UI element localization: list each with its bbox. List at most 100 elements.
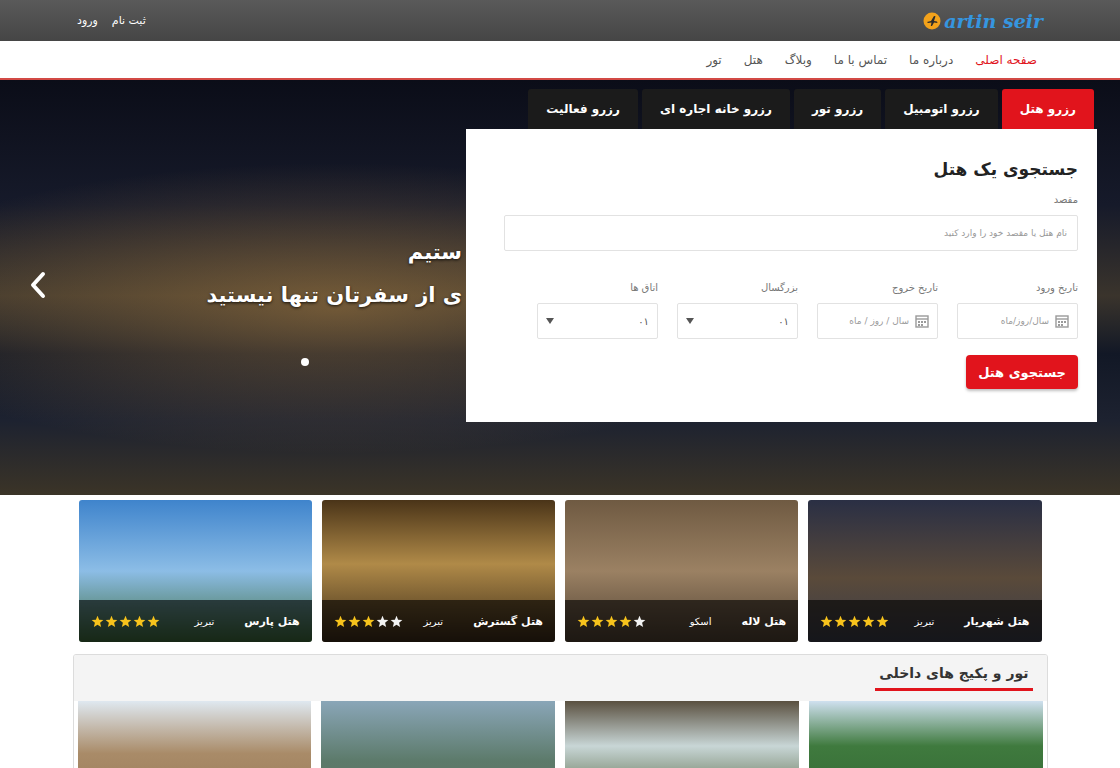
star-icon: [862, 615, 875, 628]
search-button[interactable]: جستجوی هتل: [966, 355, 1078, 389]
hotel-names: هتل شهریارتبریز: [915, 615, 1030, 628]
search-fields: تاریخ ورود سال/روز/ماه تاریخ خروج سال / روز…: [485, 281, 1078, 339]
tour-card[interactable]: [321, 701, 555, 768]
star-icon: [376, 615, 389, 628]
field-label: اتاق ها: [537, 281, 658, 295]
search-field: تاریخ خروج سال / روز / ماه: [817, 281, 938, 339]
search-panel: جستجوی یک هتلمقصدتاریخ ورودسال/روز/ماهتا…: [466, 129, 1097, 422]
hotel-stars: [577, 615, 646, 628]
hotel-card[interactable]: هتل شهریارتبریز: [808, 500, 1041, 642]
tour-section: تور و پکیج های داخلی: [73, 654, 1048, 768]
select-input[interactable]: ۰۱: [537, 303, 658, 339]
hotel-stars: [334, 615, 403, 628]
date-placeholder: سال / روز / ماه: [849, 316, 909, 326]
hotel-names: هتل پارس تبریز: [195, 615, 300, 628]
tour-section-title: تور و پکیج های داخلی: [875, 665, 1032, 691]
star-icon: [147, 615, 160, 628]
hotel-names: هتل گسترش تبریز: [424, 615, 544, 628]
page: artin seir ثبت نام ورود صفحه اصلی درباره ما ت…: [0, 0, 1120, 768]
nav-item[interactable]: تور: [706, 53, 721, 67]
field-label: تاریخ ورود: [957, 281, 1078, 295]
select-value: ۰۱: [778, 316, 789, 327]
tour-card[interactable]: [565, 701, 799, 768]
plane-icon: [923, 12, 941, 30]
field-label: تاریخ خروج: [817, 281, 938, 295]
search-field: تاریخ ورود سال/روز/ماه: [957, 281, 1078, 339]
star-icon: [362, 615, 375, 628]
star-icon: [876, 615, 889, 628]
search-title: جستجوی یک هتل: [485, 157, 1078, 181]
search-field: بزرگسال۰۱: [677, 281, 798, 339]
hotel-city: تبریز: [195, 616, 215, 627]
star-icon: [633, 615, 646, 628]
star-icon: [577, 615, 590, 628]
slider-dot[interactable]: [301, 358, 309, 366]
booking-tab[interactable]: رزرو تور: [794, 89, 881, 129]
top-bar-inner: artin seir ثبت نام ورود: [77, 10, 1043, 32]
hotel-stars: [820, 615, 889, 628]
destination-label: مقصد: [485, 193, 1078, 207]
auth-link[interactable]: ثبت نام: [112, 14, 146, 27]
star-icon: [834, 615, 847, 628]
caption-line: ی از سفرتان تنها نیستید: [206, 274, 462, 317]
hotel-info-strip: هتل شهریارتبریز: [808, 600, 1041, 642]
main-nav: صفحه اصلی درباره ما تماس با ما وبلاگ هتل تور: [0, 41, 1120, 80]
star-icon: [605, 615, 618, 628]
star-icon: [591, 615, 604, 628]
select-value: ۰۱: [638, 316, 649, 327]
hotel-name: هتل پارس: [244, 615, 300, 628]
auth-link[interactable]: ورود: [77, 14, 98, 27]
nav-item[interactable]: هتل: [744, 53, 763, 67]
destination-input[interactable]: [504, 215, 1078, 251]
booking-tab[interactable]: رزرو هتل: [1002, 89, 1094, 129]
star-icon: [848, 615, 861, 628]
star-icon: [348, 615, 361, 628]
hotel-card[interactable]: هتل گسترش تبریز: [322, 500, 555, 642]
top-bar: artin seir ثبت نام ورود: [0, 0, 1120, 41]
slider-prev-button[interactable]: [28, 270, 48, 303]
hotel-info-strip: هتل لالهاسکو: [565, 600, 798, 642]
date-input[interactable]: سال / روز / ماه: [817, 303, 938, 339]
hotel-names: هتل لالهاسکو: [690, 615, 787, 628]
tour-card[interactable]: [78, 701, 312, 768]
star-icon: [105, 615, 118, 628]
nav-item[interactable]: وبلاگ: [785, 53, 812, 67]
hotel-city: تبریز: [424, 616, 444, 627]
date-placeholder: سال/روز/ماه: [1001, 316, 1049, 326]
nav-inner: صفحه اصلی درباره ما تماس با ما وبلاگ هتل تور: [77, 41, 1043, 78]
star-icon: [133, 615, 146, 628]
hotel-cards: هتل شهریارتبریز هتل لالهاسکو هتل گسترش تبری…: [79, 500, 1042, 642]
logo-text: artin seir: [944, 10, 1043, 32]
hotel-name: هتل گسترش: [473, 615, 543, 628]
booking-tab[interactable]: رزرو اتومبیل: [885, 89, 997, 129]
hotel-city: تبریز: [915, 616, 935, 627]
auth-links: ثبت نام ورود: [77, 14, 146, 27]
hotel-card[interactable]: هتل پارس تبریز: [79, 500, 312, 642]
nav-item[interactable]: تماس با ما: [834, 53, 887, 67]
date-input[interactable]: سال/روز/ماه: [957, 303, 1078, 339]
star-icon: [619, 615, 632, 628]
tour-section-header: تور و پکیج های داخلی: [74, 655, 1047, 701]
booking-tabs: رزرو هتلرزرو اتومبیلرزرو توررزرو خانه اج…: [466, 89, 1097, 129]
star-icon: [119, 615, 132, 628]
booking-tab[interactable]: رزرو فعالیت: [528, 89, 638, 129]
nav-item[interactable]: صفحه اصلی: [975, 53, 1037, 67]
dropdown-arrow-icon: [546, 318, 554, 324]
hero-caption: ستیمی از سفرتان تنها نیستید: [206, 231, 462, 317]
star-icon: [91, 615, 104, 628]
tour-card[interactable]: [809, 701, 1043, 768]
logo[interactable]: artin seir: [923, 10, 1043, 32]
hotel-card[interactable]: هتل لالهاسکو: [565, 500, 798, 642]
dropdown-arrow-icon: [686, 318, 694, 324]
star-icon: [390, 615, 403, 628]
select-input[interactable]: ۰۱: [677, 303, 798, 339]
nav-item[interactable]: درباره ما: [909, 53, 953, 67]
hero: ستیمی از سفرتان تنها نیستیدرزرو هتلرزرو …: [0, 80, 1120, 495]
calendar-icon: [915, 314, 929, 328]
hotel-info-strip: هتل گسترش تبریز: [322, 600, 555, 642]
calendar-icon: [1055, 314, 1069, 328]
booking-tab[interactable]: رزرو خانه اجاره ای: [642, 89, 790, 129]
tour-grid: [74, 701, 1047, 768]
hotel-info-strip: هتل پارس تبریز: [79, 600, 312, 642]
search-field: اتاق ها ۰۱: [537, 281, 658, 339]
